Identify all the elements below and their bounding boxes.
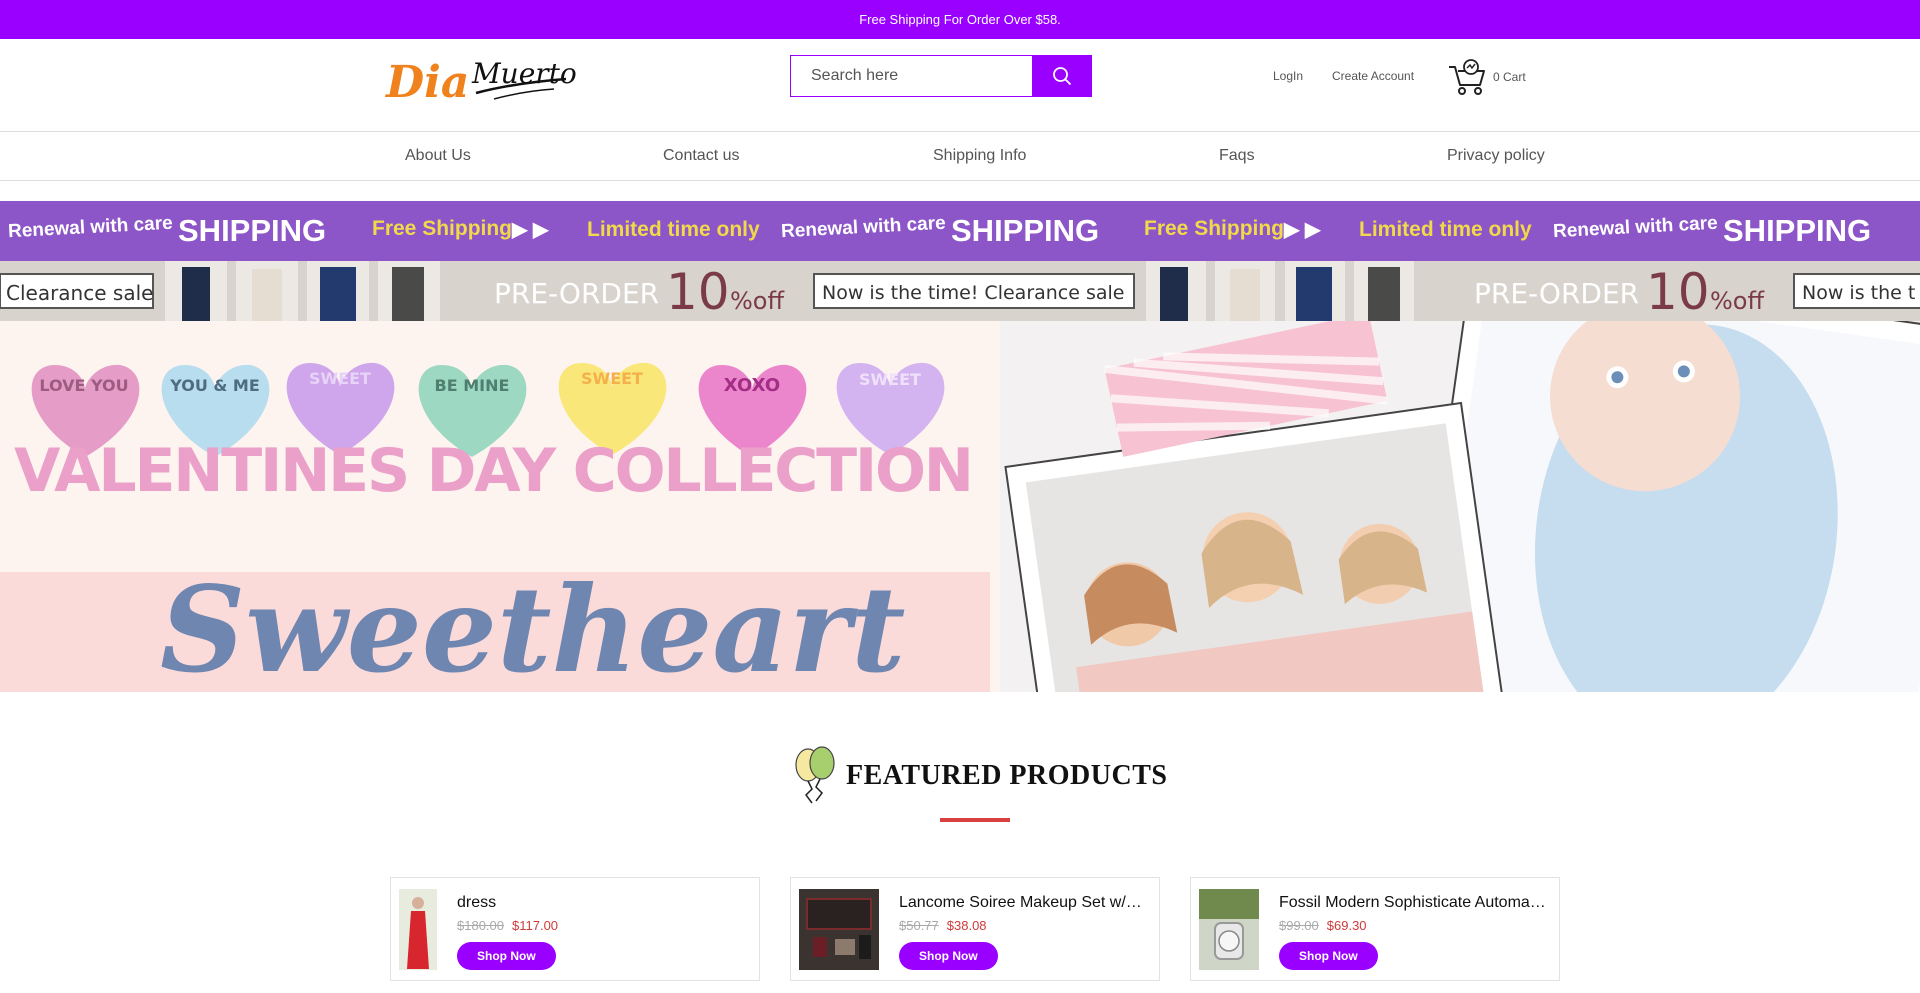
shop-now-button[interactable]: Shop Now [457, 942, 556, 970]
product-image[interactable] [399, 889, 437, 970]
featured-title: FEATURED PRODUCTS [846, 760, 1168, 791]
hero-script: Sweetheart [160, 560, 905, 692]
search-bar [790, 55, 1092, 97]
heart-text: LOVE YOU [39, 376, 128, 395]
discount-unit: %off [1710, 287, 1764, 315]
discount-number: 10 [666, 263, 730, 321]
product-prices: $50.77 $38.08 [899, 918, 987, 933]
sale-price: $38.08 [946, 918, 987, 933]
title-underline [940, 818, 1010, 822]
search-icon [1053, 67, 1072, 86]
clearance-sale-label: Clearance sale [6, 281, 153, 305]
announcement-bar: Free Shipping For Order Over $58. [0, 0, 1920, 39]
preorder-banner: Clearance sale PRE-ORDER 10 %off Now is … [0, 261, 1920, 321]
nav-shipping-info[interactable]: Shipping Info [933, 147, 1026, 165]
hero-graphic: LOVE YOU YOU & ME SWEET BE MINE SWEET XO… [0, 321, 1920, 692]
product-image[interactable] [799, 889, 879, 970]
promo-marquee: Renewal with care SHIPPING Free Shipping… [0, 201, 1920, 261]
product-name[interactable]: Lancome Soiree Makeup Set w/… [899, 894, 1149, 912]
cart-icon [1449, 59, 1485, 95]
promo-shipping-text: SHIPPING [178, 213, 327, 248]
product-prices: $99.00 $69.30 [1279, 918, 1367, 933]
old-price: $99.00 [1279, 918, 1319, 933]
preorder-label: PRE-ORDER [1474, 277, 1639, 310]
announcement-text: Free Shipping For Order Over $58. [859, 12, 1061, 27]
promo-shipping-text: SHIPPING [1723, 213, 1872, 248]
shop-now-button[interactable]: Shop Now [899, 942, 998, 970]
search-button[interactable] [1032, 55, 1092, 97]
hero-headline: VALENTINES DAY COLLECTION [14, 436, 974, 506]
heart-text: BE MINE [435, 376, 510, 395]
heart-text: SWEET [859, 370, 921, 389]
cart-count: 0 Cart [1493, 70, 1526, 84]
cart-link[interactable]: 0 Cart [1447, 57, 1526, 97]
promo-limited-text: Limited time only [587, 218, 760, 241]
heart-text: SWEET [581, 369, 643, 388]
main-nav: About Us Contact us Shipping Info Faqs P… [0, 131, 1920, 181]
discount-unit: %off [730, 287, 784, 315]
old-price: $50.77 [899, 918, 939, 933]
shop-now-button[interactable]: Shop Now [1279, 942, 1378, 970]
heart-text: SWEET [309, 369, 371, 388]
promo-renewal-text: Renewal with care [1552, 212, 1719, 243]
discount-number: 10 [1646, 263, 1710, 321]
play-arrows-icon: ▶ ▶ [1284, 219, 1321, 241]
balloons-icon [795, 746, 835, 804]
promo-free-shipping-text: Free Shipping [372, 217, 513, 240]
sale-price: $69.30 [1326, 918, 1367, 933]
nav-about-us[interactable]: About Us [405, 147, 471, 165]
site-header: Dia Muertos LogIn Create Account 0 Cart [0, 39, 1920, 131]
clearance-label: Now is the time! Clearance sale [822, 282, 1125, 304]
play-arrows-icon: ▶ ▶ [512, 219, 549, 241]
promo-free-shipping-text: Free Shipping [1144, 217, 1285, 240]
heart-text: YOU & ME [169, 376, 260, 395]
product-card[interactable]: Fossil Modern Sophisticate Automa… $99.0… [1190, 877, 1560, 981]
nav-privacy-policy[interactable]: Privacy policy [1447, 147, 1545, 165]
old-price: $180.00 [457, 918, 504, 933]
create-account-link[interactable]: Create Account [1332, 69, 1414, 83]
product-name[interactable]: dress [457, 894, 747, 912]
product-name[interactable]: Fossil Modern Sophisticate Automa… [1279, 894, 1551, 912]
promo-renewal-text: Renewal with care [780, 212, 947, 243]
nav-faqs[interactable]: Faqs [1219, 147, 1255, 165]
promo-shipping-text: SHIPPING [951, 213, 1100, 248]
promo-limited-text: Limited time only [1359, 218, 1532, 241]
search-input[interactable] [790, 55, 1032, 97]
sale-price: $117.00 [512, 918, 559, 933]
preorder-graphic: Clearance sale PRE-ORDER 10 %off Now is … [0, 261, 1920, 321]
preorder-label: PRE-ORDER [494, 277, 659, 310]
product-card[interactable]: Lancome Soiree Makeup Set w/… $50.77 $38.… [790, 877, 1160, 981]
featured-section-header: FEATURED PRODUCTS [0, 745, 1920, 825]
logo-word-2: Muertos [471, 57, 576, 90]
hero-banner[interactable]: LOVE YOU YOU & ME SWEET BE MINE SWEET XO… [0, 321, 1920, 692]
nav-contact-us[interactable]: Contact us [663, 147, 739, 165]
promo-renewal-text: Renewal with care [7, 212, 174, 243]
login-link[interactable]: LogIn [1273, 69, 1303, 83]
logo-word-1: Dia [384, 57, 469, 108]
product-card[interactable]: dress $180.00 $117.00 Shop Now [390, 877, 760, 981]
product-image[interactable] [1199, 889, 1259, 970]
clearance-label-cut: Now is the t [1802, 282, 1915, 304]
heart-text: XOXO [724, 375, 780, 396]
product-prices: $180.00 $117.00 [457, 918, 558, 933]
site-logo[interactable]: Dia Muertos [384, 49, 576, 109]
